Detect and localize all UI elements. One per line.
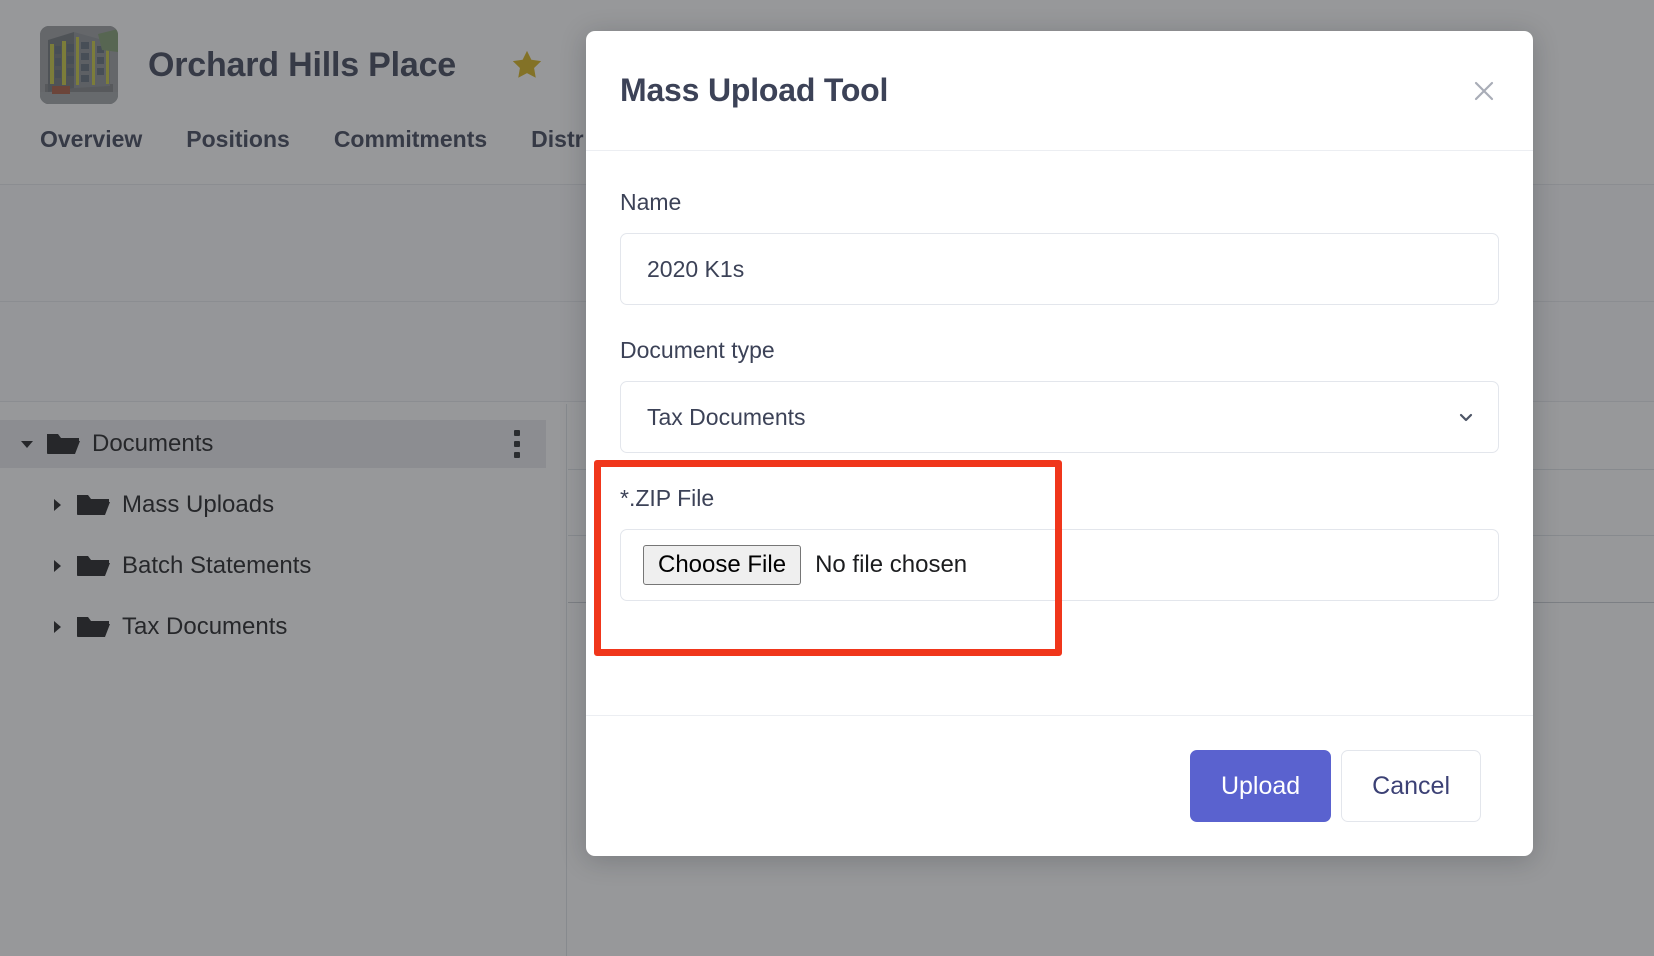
cancel-button[interactable]: Cancel	[1341, 750, 1481, 822]
modal-footer: Upload Cancel	[586, 715, 1533, 856]
zip-file-field-group: *.ZIP File Choose File No file chosen	[594, 460, 1499, 656]
name-input[interactable]	[620, 233, 1499, 305]
app-root: Orchard Hills Place Overview Positions C…	[0, 0, 1654, 956]
document-type-select[interactable]: Tax Documents	[620, 381, 1499, 453]
close-icon[interactable]	[1463, 70, 1505, 112]
mass-upload-modal: Mass Upload Tool Name Document type Tax …	[586, 31, 1533, 856]
document-type-value: Tax Documents	[647, 403, 806, 430]
upload-button[interactable]: Upload	[1189, 750, 1332, 822]
zip-file-label: *.ZIP File	[620, 485, 715, 511]
name-label: Name	[620, 189, 682, 215]
zip-file-input[interactable]: Choose File No file chosen	[620, 529, 1499, 601]
modal-header: Mass Upload Tool	[586, 31, 1533, 151]
document-type-label: Document type	[620, 337, 775, 363]
choose-file-button[interactable]: Choose File	[643, 544, 802, 586]
modal-title: Mass Upload Tool	[620, 72, 889, 108]
document-type-field-group: Document type Tax Documents	[620, 337, 1499, 453]
name-field-group: Name	[620, 189, 1499, 305]
file-status-text: No file chosen	[815, 551, 968, 578]
modal-body: Name Document type Tax Documents	[586, 151, 1533, 715]
